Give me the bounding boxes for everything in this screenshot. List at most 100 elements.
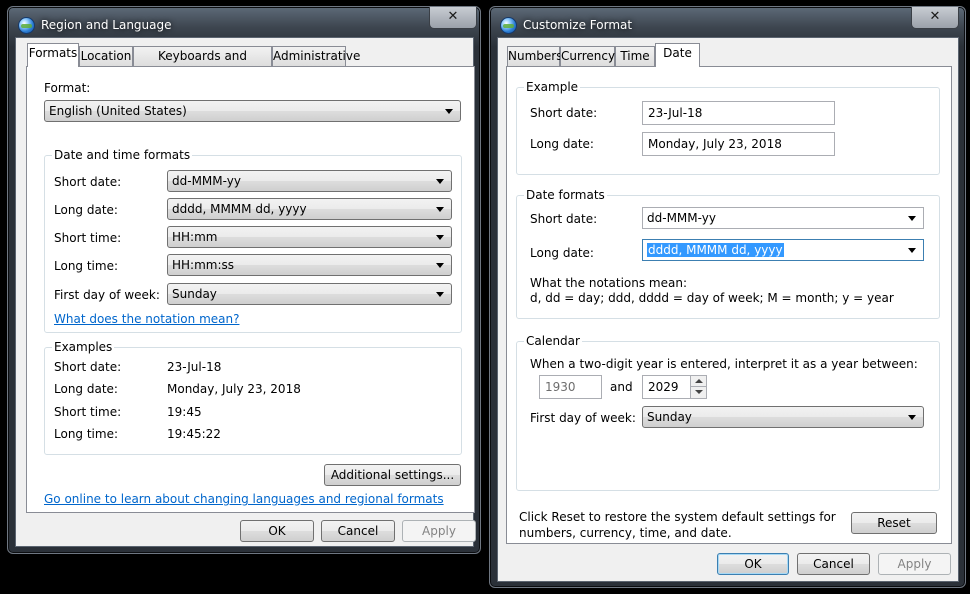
- reset-info-line-2: numbers, currency, time, and date.: [519, 526, 732, 540]
- first-day-label: First day of week:: [530, 411, 636, 425]
- tab-time[interactable]: Time: [615, 46, 655, 67]
- reset-button[interactable]: Reset: [851, 512, 937, 534]
- chevron-down-icon: [436, 179, 444, 184]
- long-date-label: Long date:: [530, 246, 594, 260]
- notation-help-link[interactable]: What does the notation mean?: [54, 312, 239, 326]
- additional-settings-button[interactable]: Additional settings...: [324, 464, 461, 486]
- globe-icon: [18, 17, 35, 34]
- example-short-time-value: 19:45: [167, 405, 202, 419]
- long-date-value: dddd, MMMM dd, yyyy: [647, 243, 784, 257]
- short-date-label: Short date:: [54, 175, 122, 189]
- ok-button[interactable]: OK: [240, 520, 314, 542]
- example-short-date-label: Short date:: [530, 106, 598, 120]
- group-title: Date formats: [524, 188, 607, 202]
- year-to-field[interactable]: 2029: [642, 375, 692, 399]
- year-from-value: 1930: [545, 380, 576, 394]
- long-time-value: HH:mm:ss: [172, 258, 235, 272]
- region-language-window: Region and Language ✕ Formats Location K…: [7, 6, 481, 554]
- example-short-time-label: Short time:: [54, 405, 122, 419]
- window-title: Region and Language: [41, 18, 172, 32]
- two-digit-year-text: When a two-digit year is entered, interp…: [530, 357, 918, 371]
- long-date-label: Long date:: [54, 203, 118, 217]
- cancel-button[interactable]: Cancel: [321, 520, 395, 542]
- format-dropdown-value: English (United States): [49, 104, 187, 118]
- spin-down-icon[interactable]: [691, 387, 706, 398]
- chevron-down-icon: [908, 415, 916, 420]
- tab-administrative[interactable]: Administrative: [272, 46, 360, 67]
- title-bar[interactable]: Customize Format ✕: [490, 7, 965, 37]
- notation-title: What the notations mean:: [530, 276, 687, 290]
- example-short-date-field: 23-Jul-18: [642, 101, 835, 125]
- chevron-down-icon: [445, 109, 453, 114]
- chevron-down-icon: [436, 235, 444, 240]
- first-day-dropdown[interactable]: Sunday: [642, 406, 924, 428]
- dialog-client-area: Numbers Currency Time Date Example Short…: [497, 37, 959, 582]
- and-label: and: [610, 380, 633, 394]
- short-date-dropdown[interactable]: dd-MMM-yy: [167, 170, 452, 192]
- format-label: Format:: [44, 81, 91, 95]
- online-help-link[interactable]: Go online to learn about changing langua…: [44, 492, 444, 506]
- apply-button[interactable]: Apply: [402, 520, 476, 542]
- tab-formats[interactable]: Formats: [27, 43, 79, 67]
- customize-format-window: Customize Format ✕ Numbers Currency Time…: [489, 6, 966, 588]
- formats-tab-panel: Format: English (United States) Date and…: [26, 66, 475, 513]
- short-date-value: dd-MMM-yy: [172, 174, 241, 188]
- year-spinner[interactable]: [690, 375, 707, 399]
- long-date-combobox[interactable]: dddd, MMMM dd, yyyy: [642, 239, 924, 261]
- tab-currency[interactable]: Currency: [560, 46, 615, 67]
- group-title: Calendar: [524, 334, 582, 348]
- examples-group: Examples Short date: 23-Jul-18 Long date…: [44, 340, 462, 455]
- example-short-date-label: Short date:: [54, 360, 122, 374]
- reset-info-line-1: Click Reset to restore the system defaul…: [519, 510, 836, 524]
- notation-text: d, dd = day; ddd, dddd = day of week; M …: [530, 291, 894, 305]
- group-title: Examples: [52, 340, 115, 354]
- long-date-dropdown[interactable]: dddd, MMMM dd, yyyy: [167, 198, 452, 220]
- chevron-down-icon: [436, 292, 444, 297]
- short-time-label: Short time:: [54, 231, 122, 245]
- year-to-value: 2029: [648, 380, 679, 394]
- close-button[interactable]: ✕: [429, 7, 477, 29]
- example-long-date-label: Long date:: [54, 382, 118, 396]
- close-button[interactable]: ✕: [911, 7, 959, 29]
- spin-up-icon[interactable]: [691, 376, 706, 387]
- example-long-time-label: Long time:: [54, 427, 119, 441]
- example-short-date-value: 23-Jul-18: [648, 106, 703, 120]
- dialog-client-area: Formats Location Keyboards and Languages…: [15, 37, 476, 547]
- first-day-value: Sunday: [172, 287, 217, 301]
- chevron-down-icon[interactable]: [908, 216, 916, 221]
- long-date-value-wrap: dddd, MMMM dd, yyyy: [647, 243, 784, 257]
- long-date-value: dddd, MMMM dd, yyyy: [172, 202, 307, 216]
- calendar-group: Calendar When a two-digit year is entere…: [516, 334, 940, 491]
- long-time-dropdown[interactable]: HH:mm:ss: [167, 254, 452, 276]
- example-long-date-field: Monday, July 23, 2018: [642, 132, 835, 156]
- ok-button[interactable]: OK: [717, 553, 789, 575]
- title-bar[interactable]: Region and Language ✕: [8, 7, 480, 37]
- example-group: Example Short date: 23-Jul-18 Long date:…: [516, 80, 940, 175]
- chevron-down-icon[interactable]: [908, 248, 916, 253]
- datetime-formats-group: Date and time formats Short date: dd-MMM…: [44, 148, 462, 333]
- group-title: Example: [524, 80, 581, 94]
- cancel-button[interactable]: Cancel: [797, 553, 870, 575]
- date-tab-panel: Example Short date: 23-Jul-18 Long date:…: [506, 66, 952, 544]
- example-long-date-value: Monday, July 23, 2018: [648, 137, 782, 151]
- first-day-dropdown[interactable]: Sunday: [167, 283, 452, 305]
- date-formats-group: Date formats Short date: dd-MMM-yy Long …: [516, 188, 940, 319]
- apply-button[interactable]: Apply: [878, 553, 951, 575]
- example-short-date-value: 23-Jul-18: [167, 360, 222, 374]
- tab-keyboards-languages[interactable]: Keyboards and Languages: [133, 46, 272, 82]
- chevron-down-icon: [436, 207, 444, 212]
- tab-location[interactable]: Location: [79, 46, 133, 67]
- chevron-down-icon: [436, 263, 444, 268]
- example-long-date-value: Monday, July 23, 2018: [167, 382, 301, 396]
- globe-icon: [500, 17, 517, 34]
- year-from-field: 1930: [539, 375, 602, 399]
- short-time-dropdown[interactable]: HH:mm: [167, 226, 452, 248]
- long-time-label: Long time:: [54, 259, 119, 273]
- example-long-time-value: 19:45:22: [167, 427, 221, 441]
- short-time-value: HH:mm: [172, 230, 218, 244]
- short-date-combobox[interactable]: dd-MMM-yy: [642, 207, 924, 229]
- format-dropdown[interactable]: English (United States): [44, 100, 461, 122]
- tab-numbers[interactable]: Numbers: [507, 46, 562, 67]
- group-title: Date and time formats: [52, 148, 193, 162]
- tab-date[interactable]: Date: [655, 43, 700, 67]
